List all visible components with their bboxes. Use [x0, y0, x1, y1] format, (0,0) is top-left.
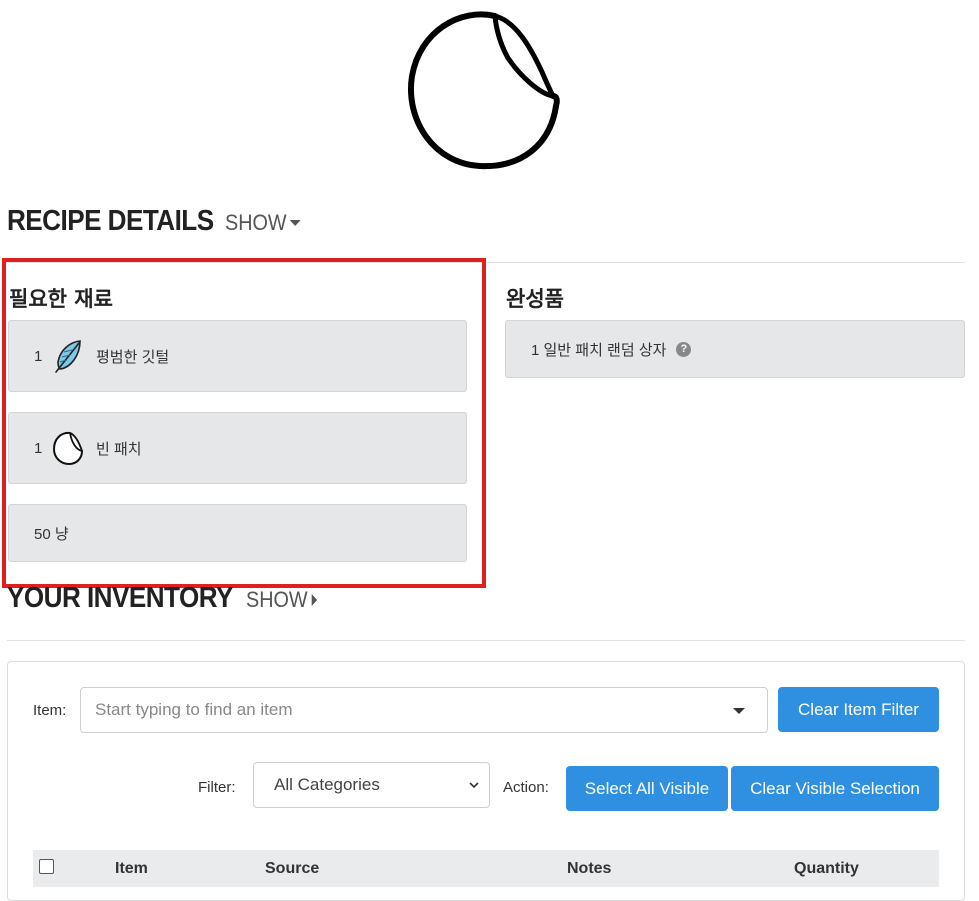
- recipe-toggle-label: SHOW: [224, 210, 287, 235]
- question-circle-icon[interactable]: ?: [676, 341, 692, 357]
- item-label: Item:: [33, 702, 67, 719]
- column-header-quantity[interactable]: Quantity: [794, 860, 859, 878]
- result-title: 완성품: [506, 286, 564, 311]
- ingredient-card-patch[interactable]: 1 빈 패치: [8, 412, 467, 484]
- item-search-input[interactable]: [81, 688, 715, 732]
- action-label: Action:: [503, 779, 549, 796]
- recipe-details-toggle[interactable]: SHOW: [225, 210, 301, 236]
- column-header-source[interactable]: Source: [265, 860, 319, 878]
- category-filter-value: All Categories: [274, 775, 380, 794]
- caret-right-icon: [312, 594, 318, 606]
- clear-visible-selection-button[interactable]: Clear Visible Selection: [731, 766, 939, 811]
- ingredient-qty: 1: [34, 439, 43, 457]
- clear-item-filter-button[interactable]: Clear Item Filter: [778, 687, 939, 732]
- ingredient-name: 평범한 깃털: [96, 348, 170, 366]
- inventory-table-header: Item Source Notes Quantity: [33, 850, 939, 887]
- inventory-title: YOUR INVENTORY: [7, 582, 233, 614]
- ingredient-name: 빈 패치: [96, 440, 142, 458]
- caret-down-icon: [289, 220, 301, 226]
- recipe-details-header: RECIPE DETAILS SHOW: [7, 205, 309, 238]
- inventory-toggle-label: SHOW: [246, 587, 308, 612]
- feather-icon: [55, 340, 81, 373]
- blank-patch-image: [408, 11, 560, 170]
- chevron-down-icon: [469, 782, 479, 789]
- column-header-item[interactable]: Item: [115, 860, 148, 878]
- ingredients-title: 필요한 재료: [9, 286, 113, 311]
- inventory-toggle[interactable]: SHOW: [246, 587, 318, 613]
- ingredient-qty: 1: [34, 347, 43, 365]
- dropdown-caret-icon[interactable]: [733, 708, 745, 714]
- ingredient-card-feather[interactable]: 1 평범한 깃털: [8, 320, 467, 392]
- currency-card: 50 냥: [8, 504, 467, 562]
- column-header-notes[interactable]: Notes: [567, 860, 611, 878]
- filter-label: Filter:: [198, 779, 236, 796]
- result-card[interactable]: 1 일반 패치 랜덤 상자 ?: [505, 320, 965, 378]
- inventory-header: YOUR INVENTORY SHOW: [7, 582, 326, 615]
- result-text: 1 일반 패치 랜덤 상자: [531, 341, 667, 359]
- recipe-details-title: RECIPE DETAILS: [7, 205, 214, 237]
- currency-cost: 50 냥: [34, 525, 69, 543]
- item-search-combobox[interactable]: [80, 687, 768, 733]
- select-all-visible-button[interactable]: Select All Visible: [566, 766, 728, 811]
- category-filter-select[interactable]: All Categories: [253, 762, 490, 808]
- select-all-checkbox[interactable]: [39, 859, 54, 874]
- patch-icon: [52, 431, 83, 466]
- section-divider: [7, 640, 965, 641]
